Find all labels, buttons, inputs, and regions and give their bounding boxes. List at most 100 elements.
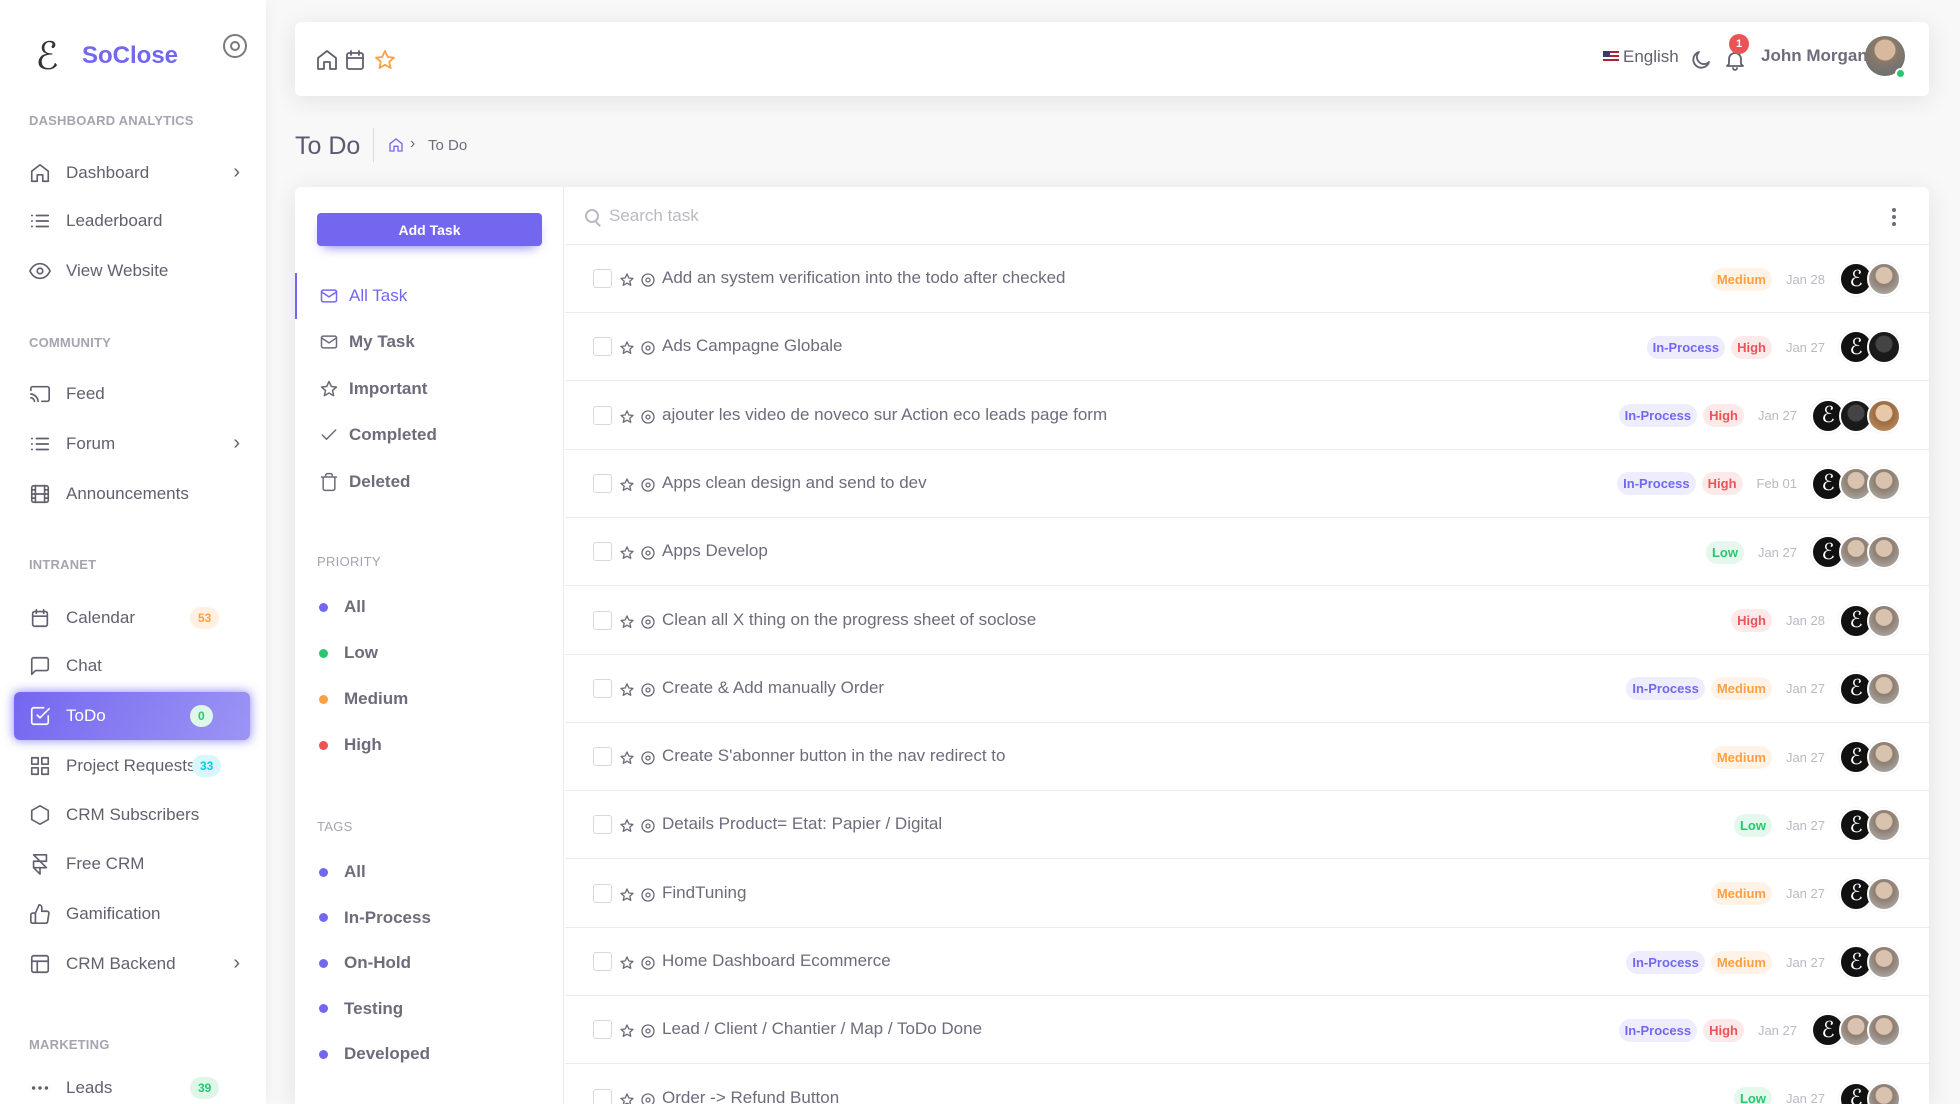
sidebar-toggle-icon[interactable]	[223, 34, 247, 58]
task-checkbox[interactable]	[593, 1020, 612, 1040]
task-checkbox[interactable]	[593, 815, 612, 835]
star-icon[interactable]	[619, 477, 635, 493]
task-row[interactable]: Lead / Client / Chantier / Map / ToDo Do…	[565, 996, 1929, 1065]
brand[interactable]: ℰ SoClose	[30, 32, 250, 80]
tag-testing[interactable]: Testing	[319, 999, 403, 1019]
task-checkbox[interactable]	[593, 1088, 612, 1104]
calendar-icon[interactable]	[343, 48, 367, 72]
moon-icon[interactable]	[1689, 48, 1713, 72]
star-icon[interactable]	[619, 682, 635, 698]
sidebar-item-leaderboard[interactable]: Leaderboard	[14, 197, 250, 245]
breadcrumb-home-icon[interactable]	[388, 137, 404, 158]
task-row[interactable]: Apps clean design and send to dev In-Proc…	[565, 450, 1929, 518]
sidebar-item-dashboard[interactable]: Dashboard ›	[14, 149, 250, 197]
star-icon[interactable]	[619, 1023, 635, 1039]
avatar[interactable]	[1867, 262, 1901, 296]
filter-important[interactable]: Important	[295, 366, 563, 412]
eye-icon[interactable]	[640, 887, 656, 903]
star-icon[interactable]	[619, 1092, 635, 1104]
sidebar-item-leads[interactable]: Leads 39	[14, 1064, 250, 1104]
task-checkbox[interactable]	[593, 883, 612, 903]
sidebar-item-crm-subscribers[interactable]: CRM Subscribers	[14, 791, 250, 839]
eye-icon[interactable]	[640, 614, 656, 630]
task-checkbox[interactable]	[593, 473, 612, 493]
priority-medium[interactable]: Medium	[319, 689, 408, 709]
sidebar-item-crm-backend[interactable]: CRM Backend ›	[14, 940, 250, 988]
avatar[interactable]	[1867, 535, 1901, 570]
star-icon[interactable]	[619, 750, 635, 766]
avatar[interactable]	[1867, 603, 1901, 638]
task-row[interactable]: Clean all X thing on the progress sheet …	[565, 587, 1929, 655]
eye-icon[interactable]	[640, 682, 656, 698]
sidebar-item-forum[interactable]: Forum ›	[14, 420, 250, 468]
task-row[interactable]: Create & Add manually Order In-Process Med…	[565, 655, 1929, 723]
add-task-button[interactable]: Add Task	[317, 213, 542, 246]
eye-icon[interactable]	[640, 955, 656, 971]
task-checkbox[interactable]	[593, 337, 612, 357]
task-row[interactable]: Order -> Refund Button Low Jan 27 ℰ	[565, 1065, 1929, 1104]
sidebar-item-free-crm[interactable]: Free CRM	[14, 840, 250, 888]
star-icon[interactable]	[373, 48, 397, 72]
star-icon[interactable]	[619, 272, 635, 288]
tag-developed[interactable]: Developed	[319, 1044, 430, 1064]
filter-deleted[interactable]: Deleted	[295, 459, 563, 505]
language-selector[interactable]: English	[1603, 47, 1679, 67]
task-checkbox[interactable]	[593, 610, 612, 630]
task-checkbox[interactable]	[593, 678, 612, 698]
sidebar-item-chat[interactable]: Chat	[14, 642, 250, 690]
task-row[interactable]: Ads Campagne Globale In-Process High Jan 27…	[565, 313, 1929, 382]
task-row[interactable]: Create S'abonner button in the nav redir…	[565, 723, 1929, 792]
avatar[interactable]	[1867, 466, 1901, 501]
search-input[interactable]	[609, 201, 1849, 231]
sidebar-item-project-requests[interactable]: Project Requests 33	[14, 742, 250, 790]
filter-my-task[interactable]: My Task	[295, 319, 563, 365]
sidebar-item-todo[interactable]: ToDo 0	[14, 692, 250, 740]
avatar[interactable]	[1867, 740, 1901, 775]
eye-icon[interactable]	[640, 477, 656, 493]
tag-on-hold[interactable]: On-Hold	[319, 953, 411, 973]
task-checkbox[interactable]	[593, 952, 612, 971]
task-checkbox[interactable]	[593, 747, 612, 767]
avatar[interactable]	[1867, 945, 1901, 979]
task-row[interactable]: FindTuning Medium Jan 27 ℰ	[565, 860, 1929, 928]
filter-all-task[interactable]: All Task	[295, 273, 563, 319]
task-row[interactable]: Home Dashboard Ecommerce In-Process Medium…	[565, 928, 1929, 996]
sidebar-item-gamification[interactable]: Gamification	[14, 890, 250, 938]
avatar[interactable]	[1867, 671, 1901, 706]
avatar[interactable]	[1867, 808, 1901, 843]
eye-icon[interactable]	[640, 272, 656, 288]
priority-all[interactable]: All	[319, 597, 366, 617]
tag-all[interactable]: All	[319, 862, 366, 882]
more-vertical-icon[interactable]	[1891, 207, 1897, 227]
task-row[interactable]: Details Product= Etat: Papier / Digital L…	[565, 791, 1929, 860]
star-icon[interactable]	[619, 409, 635, 425]
avatar[interactable]	[1867, 1013, 1901, 1048]
eye-icon[interactable]	[640, 1023, 656, 1039]
user-name[interactable]: John Morgan	[1761, 46, 1868, 66]
sidebar-item-feed[interactable]: Feed	[14, 370, 250, 418]
star-icon[interactable]	[619, 818, 635, 834]
star-icon[interactable]	[619, 614, 635, 630]
priority-low[interactable]: Low	[319, 643, 378, 663]
eye-icon[interactable]	[640, 818, 656, 834]
eye-icon[interactable]	[640, 545, 656, 561]
avatar[interactable]	[1867, 1081, 1901, 1104]
task-checkbox[interactable]	[593, 405, 612, 425]
task-checkbox[interactable]	[593, 542, 612, 562]
sidebar-item-calendar[interactable]: Calendar 53	[14, 594, 250, 642]
star-icon[interactable]	[619, 340, 635, 356]
star-icon[interactable]	[619, 887, 635, 903]
task-row[interactable]: ajouter les video de noveco sur Action e…	[565, 382, 1929, 450]
sidebar-item-announcements[interactable]: Announcements	[14, 470, 250, 518]
priority-high[interactable]: High	[319, 735, 382, 755]
eye-icon[interactable]	[640, 340, 656, 356]
filter-completed[interactable]: Completed	[295, 412, 563, 458]
star-icon[interactable]	[619, 545, 635, 561]
task-row[interactable]: Add an system verification into the todo…	[565, 245, 1929, 313]
sidebar-item-view-website[interactable]: View Website	[14, 247, 250, 295]
tag-in-process[interactable]: In-Process	[319, 908, 431, 928]
task-checkbox[interactable]	[593, 269, 612, 288]
avatar[interactable]	[1867, 330, 1901, 365]
task-row[interactable]: Apps Develop Low Jan 27 ℰ	[565, 518, 1929, 587]
avatar[interactable]	[1867, 398, 1901, 433]
